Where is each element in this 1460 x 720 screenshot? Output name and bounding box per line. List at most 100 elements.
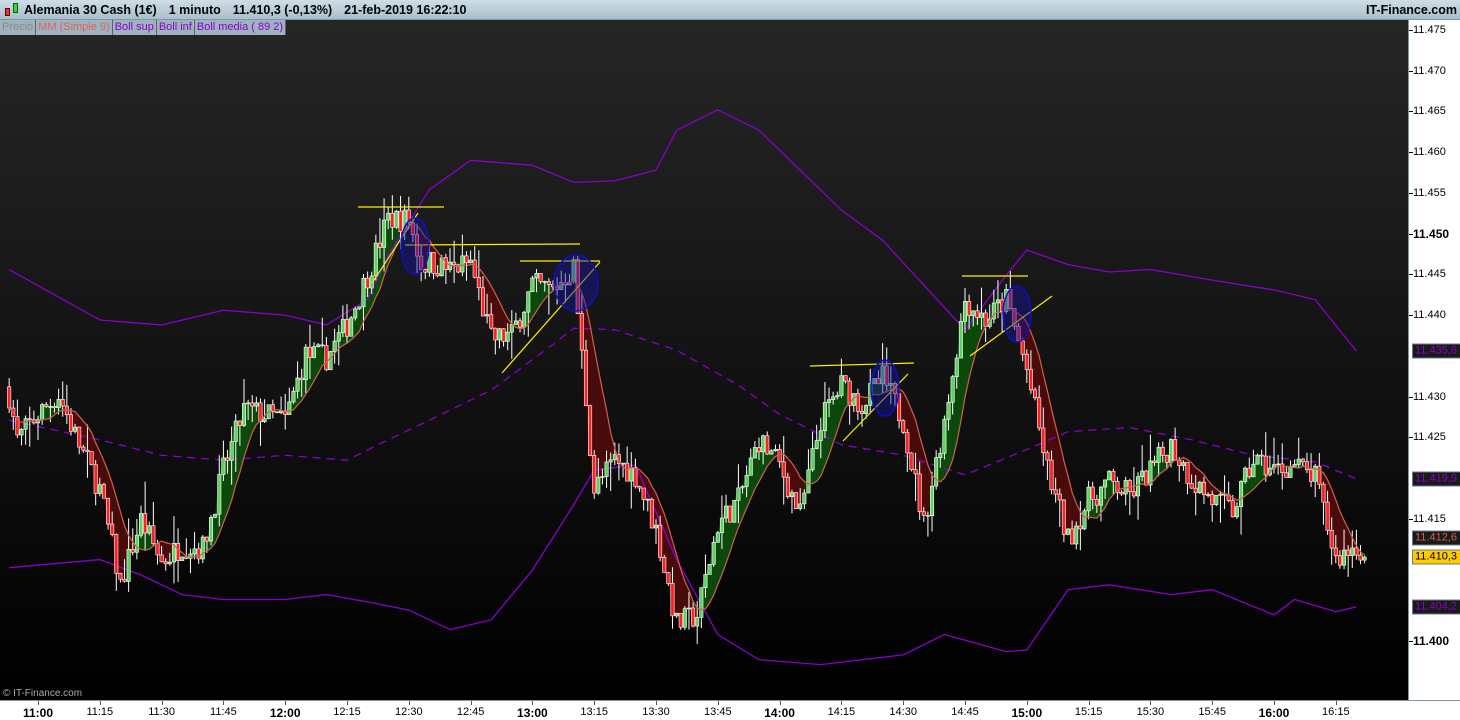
candle-body: [1284, 472, 1289, 478]
candle-body: [946, 401, 951, 420]
x-tick: [470, 701, 472, 705]
candle-body: [386, 212, 391, 221]
candle-body: [1263, 455, 1268, 476]
candle-body: [287, 401, 292, 415]
candle-body: [971, 310, 976, 316]
candle-body: [1152, 460, 1157, 463]
legend-item[interactable]: MM (Simple 9): [36, 20, 113, 35]
candle-body: [316, 344, 321, 348]
x-tick: [903, 701, 905, 705]
candle-body: [1111, 471, 1116, 482]
x-tick-label: 15:15: [1074, 706, 1103, 718]
candle-body: [641, 487, 646, 500]
trendline-annotation: [809, 362, 915, 367]
candle-body: [513, 320, 518, 325]
candle-body: [728, 505, 733, 523]
candle-body: [518, 320, 523, 328]
candle-body: [604, 461, 609, 477]
candle-body: [822, 402, 827, 432]
candle-body: [658, 524, 663, 558]
candle-body: [89, 451, 94, 466]
x-tick: [347, 701, 348, 705]
candle-body: [1033, 389, 1038, 399]
legend-item[interactable]: Boll inf: [156, 20, 195, 35]
candle-body: [748, 457, 753, 476]
candle-body: [204, 536, 209, 542]
candle-body: [242, 403, 247, 426]
y-tick-label: 11.440: [1413, 309, 1446, 322]
candle-body: [1090, 486, 1095, 500]
candle-body: [789, 492, 794, 497]
x-tick: [717, 701, 719, 705]
timeframe[interactable]: 1 minuto: [169, 3, 221, 17]
candle-body: [967, 301, 972, 316]
candle-body: [1098, 486, 1103, 506]
price-chart: [7, 109, 1367, 666]
candle-body: [1218, 493, 1223, 496]
candle-body: [942, 418, 947, 454]
candle-body: [975, 310, 980, 318]
candle-body: [1325, 501, 1330, 531]
candle-body: [439, 257, 444, 277]
chart-plot-area[interactable]: [0, 20, 1408, 700]
candle-body: [1292, 464, 1297, 467]
circle-annotation: [870, 359, 900, 417]
candle-body: [864, 405, 869, 414]
price-tag: 11.404,2: [1412, 599, 1460, 615]
candle-body: [85, 449, 90, 452]
candle-body: [925, 514, 930, 517]
candle-body: [1193, 487, 1198, 494]
price-axis[interactable]: 11.475 11.470 11.465 11.460 11.455 11.450 11.4…: [1408, 20, 1460, 700]
candle-body: [464, 255, 469, 264]
candle-body: [382, 219, 387, 248]
candle-body: [1206, 494, 1211, 496]
x-tick: [594, 701, 596, 705]
candle-body: [818, 430, 823, 441]
candle-body: [147, 525, 152, 534]
candle-body: [101, 484, 106, 499]
candle-body: [995, 299, 1000, 304]
x-tick-label: 11:45: [210, 706, 237, 718]
candle-body: [139, 513, 144, 536]
candle-body: [802, 492, 807, 505]
y-tick-label: 11.430: [1413, 390, 1446, 403]
legend-item[interactable]: Boll sup: [112, 20, 157, 35]
x-tick-label: 13:30: [642, 706, 670, 718]
time-axis[interactable]: 11:00 11:15 11:30 11:45 12:00 12:15 12:30 12:45…: [0, 700, 1460, 720]
candle-body: [134, 534, 139, 553]
candle-body: [901, 420, 906, 433]
candle-body: [291, 390, 296, 403]
candle-body: [962, 301, 967, 322]
candle-body: [1276, 463, 1281, 466]
y-tick-label: 11.470: [1413, 64, 1446, 77]
candle-body: [1280, 463, 1285, 474]
candle-body: [719, 517, 724, 534]
y-tick-label: 11.450: [1413, 226, 1450, 241]
candle-body: [23, 418, 28, 430]
candle-body: [1350, 547, 1355, 556]
legend-item[interactable]: Boll media ( 89 2): [194, 20, 287, 35]
candle-body: [476, 276, 481, 289]
candle-body: [423, 269, 428, 273]
candle-body: [934, 457, 939, 487]
candle-body: [1300, 458, 1305, 463]
candle-body: [1358, 554, 1363, 561]
candle-body: [752, 447, 757, 459]
y-tick-label: 11.445: [1413, 268, 1446, 281]
candle-body: [299, 377, 304, 381]
x-tick: [408, 701, 410, 705]
candle-body: [649, 498, 654, 529]
candle-body: [600, 476, 605, 478]
candle-body: [501, 328, 506, 342]
candle-body: [1304, 461, 1309, 470]
candlestick-logo-icon: [2, 1, 24, 19]
boll-sup-line: [8, 109, 1357, 352]
candle-body: [979, 312, 984, 318]
boll-inf-line: [9, 464, 1357, 666]
candle-body: [485, 314, 490, 317]
candle-body: [645, 498, 650, 501]
candle-body: [839, 375, 844, 396]
candle-body: [715, 532, 720, 543]
legend-item[interactable]: Precio: [0, 20, 37, 35]
price-tag: 11.412,6: [1412, 530, 1460, 546]
